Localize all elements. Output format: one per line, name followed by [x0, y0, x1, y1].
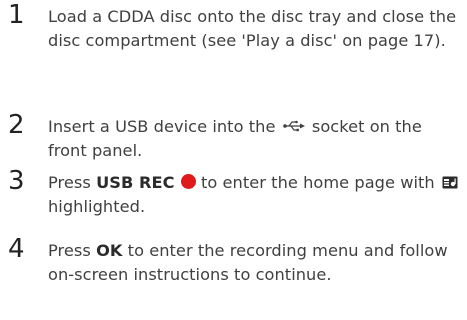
step-number: 2 — [8, 110, 25, 140]
step-3-text-middle: to enter the home page with — [201, 173, 435, 192]
step-text: Load a CDDA disc onto the disc tray and … — [48, 5, 464, 53]
ok-key-label: OK — [96, 241, 123, 260]
step-2-text-before: Insert a USB device into the — [48, 117, 276, 136]
step-1-text: Load a CDDA disc onto the disc tray and … — [48, 7, 457, 50]
step-number: 4 — [8, 234, 25, 264]
usb-rec-key-label: USB REC — [96, 173, 175, 192]
step-text: Insert a USB device into the socket on t… — [48, 115, 464, 163]
step-number: 1 — [8, 0, 25, 30]
record-dot-icon — [180, 174, 196, 189]
step-4-text-before: Press — [48, 241, 91, 260]
step-text: Press OK to enter the recording menu and… — [48, 239, 464, 287]
mp3-icon — [442, 172, 458, 189]
usb-icon — [282, 115, 305, 132]
step-number: 3 — [8, 166, 25, 196]
step-text: Press USB REC to enter the home page wit… — [48, 171, 464, 219]
step-3-text-after: highlighted. — [48, 197, 146, 216]
step-3-text-before: Press — [48, 173, 91, 192]
instruction-steps: 1 Load a CDDA disc onto the disc tray an… — [0, 0, 467, 320]
